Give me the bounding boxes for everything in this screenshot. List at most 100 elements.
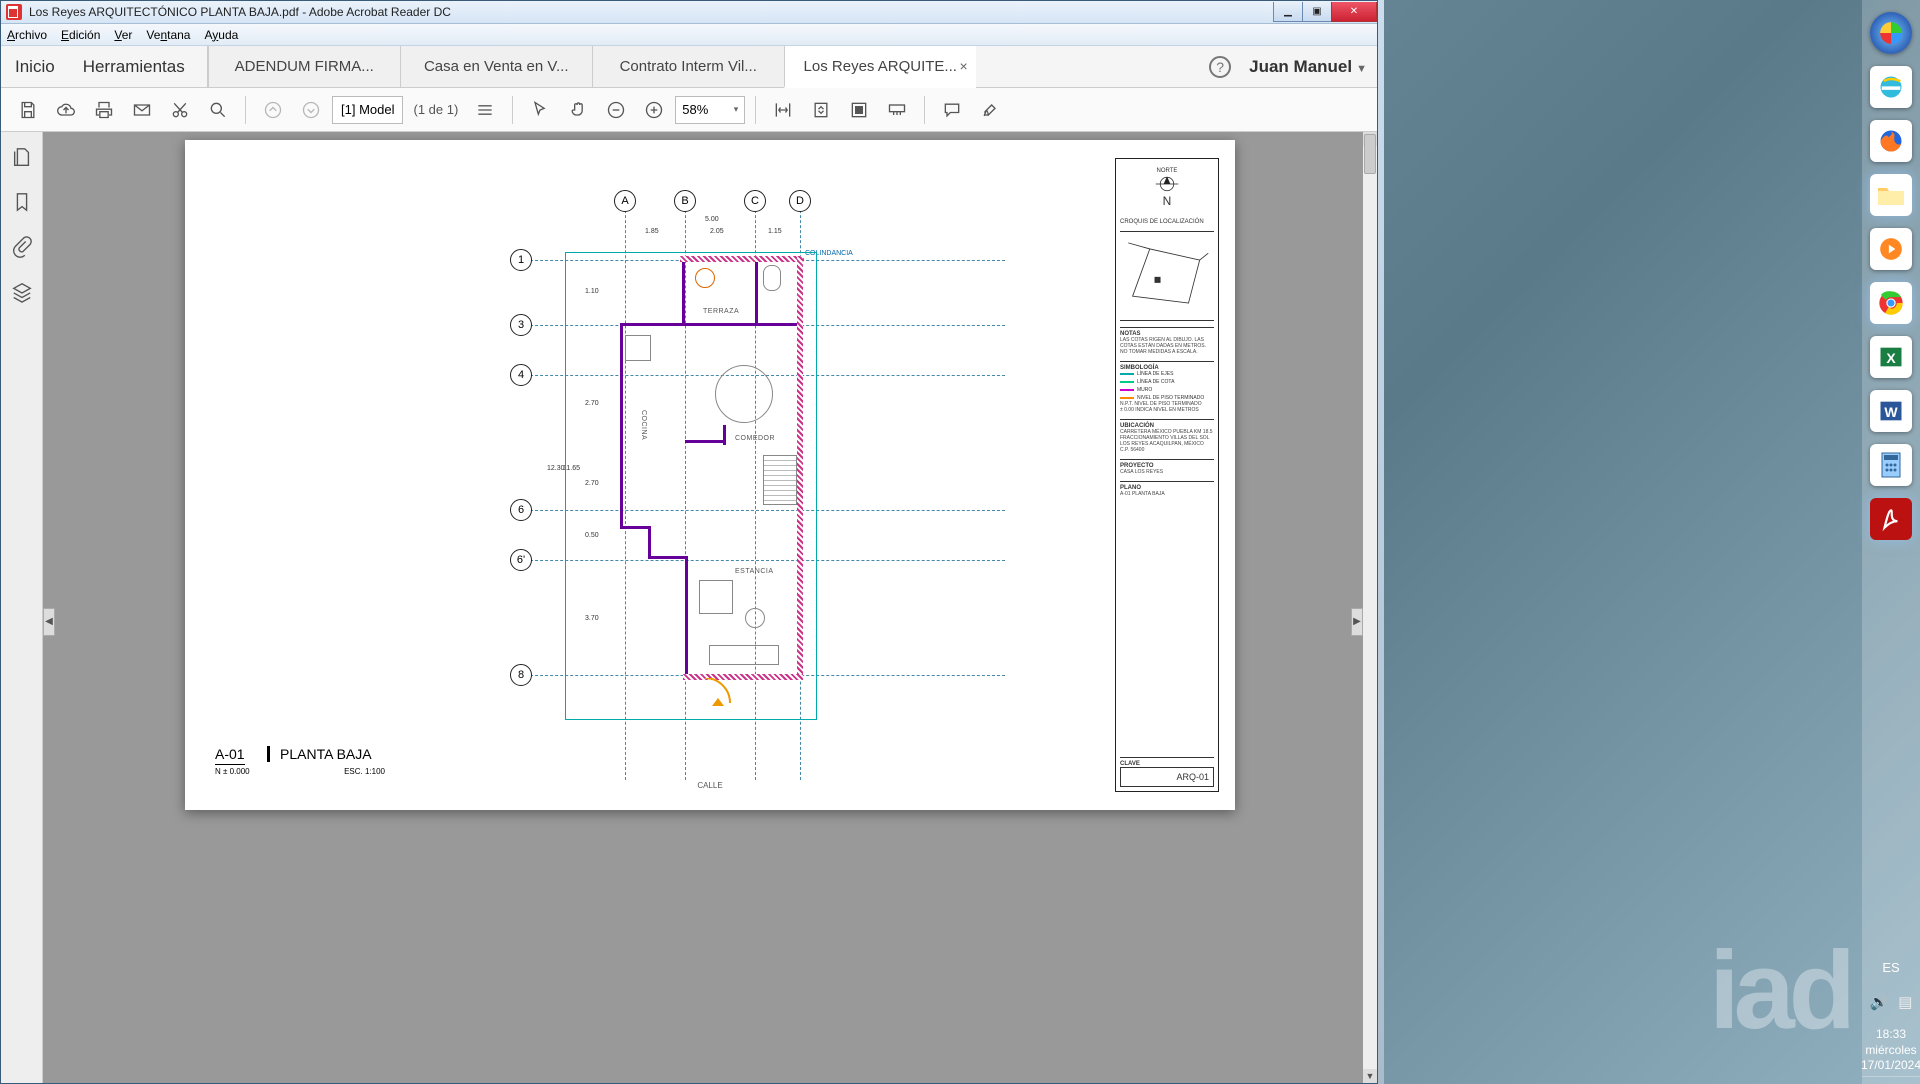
language-indicator[interactable]: ES: [1882, 960, 1899, 975]
vertical-scrollbar[interactable]: ▲ ▼: [1363, 132, 1377, 1083]
tab-bar: Inicio Herramientas ADENDUM FIRMA... Cas…: [1, 46, 1377, 88]
action-center-icon[interactable]: ▤: [1898, 993, 1912, 1011]
toolbar-separator: [245, 96, 246, 124]
page-up-icon[interactable]: [256, 93, 290, 127]
scroll-thumb[interactable]: [1364, 134, 1376, 174]
fit-width-icon[interactable]: [766, 93, 800, 127]
attachment-panel-icon[interactable]: [11, 236, 33, 263]
scroll-down-icon[interactable]: ▼: [1363, 1069, 1377, 1083]
acrobat-dock-icon[interactable]: [1870, 498, 1912, 540]
tab-home[interactable]: Inicio: [1, 46, 69, 87]
grid-bubble-1: 1: [510, 249, 532, 271]
toolbar-separator: [924, 96, 925, 124]
cloud-upload-icon[interactable]: [49, 93, 83, 127]
acrobat-window: Los Reyes ARQUITECTÓNICO PLANTA BAJA.pdf…: [0, 0, 1378, 1084]
firefox-icon[interactable]: [1870, 120, 1912, 162]
taskbar: X W ES 🔊 ▤ 18:33 miércoles 17/01/2024: [1862, 0, 1920, 1084]
page-thumbnails-icon[interactable]: [468, 93, 502, 127]
doc-tab-3[interactable]: Los Reyes ARQUITE... ×: [784, 46, 976, 88]
explorer-icon[interactable]: [1870, 174, 1912, 216]
grid-bubble-a: A: [614, 190, 636, 212]
hand-tool-icon[interactable]: [561, 93, 595, 127]
chrome-icon[interactable]: [1870, 282, 1912, 324]
floor-plan: A B C D 1 3 4 6: [485, 190, 1005, 780]
workspace: ◀ ▶ A-01 PLANTA BAJA N ± 0.000ESC. 1:100…: [1, 132, 1377, 1083]
close-tab-icon[interactable]: ×: [960, 58, 968, 74]
read-mode-icon[interactable]: [880, 93, 914, 127]
document-viewport[interactable]: ◀ ▶ A-01 PLANTA BAJA N ± 0.000ESC. 1:100…: [43, 132, 1377, 1083]
grid-bubble-c: C: [744, 190, 766, 212]
volume-icon[interactable]: 🔊: [1870, 993, 1889, 1011]
taskbar-clock[interactable]: 18:33 miércoles 17/01/2024: [1861, 1027, 1920, 1074]
window-title: Los Reyes ARQUITECTÓNICO PLANTA BAJA.pdf…: [27, 5, 1274, 19]
layers-panel-icon[interactable]: [11, 281, 33, 308]
calculator-icon[interactable]: [1870, 444, 1912, 486]
zoom-out-icon[interactable]: [599, 93, 633, 127]
menu-bar: AArchivorchivo Edición Ver Ventana Ayuda: [1, 24, 1377, 46]
save-icon[interactable]: [11, 93, 45, 127]
comment-icon[interactable]: [935, 93, 969, 127]
fit-page-icon[interactable]: [804, 93, 838, 127]
title-block: NORTE N CROQUIS DE LOCALIZACIÓN NOTASLAS…: [1115, 158, 1219, 792]
window-right-border: [1378, 0, 1384, 1084]
zoom-in-icon[interactable]: [637, 93, 671, 127]
fullscreen-icon[interactable]: [842, 93, 876, 127]
excel-icon[interactable]: X: [1870, 336, 1912, 378]
email-icon[interactable]: [125, 93, 159, 127]
ie-icon[interactable]: [1870, 66, 1912, 108]
sheet-title: A-01 PLANTA BAJA N ± 0.000ESC. 1:100: [215, 746, 385, 776]
page-info: (1 de 1): [413, 102, 458, 117]
chevron-down-icon[interactable]: ▾: [734, 104, 739, 115]
sign-icon[interactable]: [973, 93, 1007, 127]
print-icon[interactable]: [87, 93, 121, 127]
user-menu[interactable]: Juan Manuel▼: [1249, 57, 1367, 77]
toolbar: [1] Model (1 de 1) 58% ▾: [1, 88, 1377, 132]
menu-ver[interactable]: Ver: [114, 28, 132, 42]
zoom-level-input[interactable]: 58% ▾: [675, 96, 745, 124]
window-titlebar[interactable]: Los Reyes ARQUITECTÓNICO PLANTA BAJA.pdf…: [1, 1, 1377, 24]
cut-icon[interactable]: [163, 93, 197, 127]
grid-bubble-d: D: [789, 190, 811, 212]
grid-bubble-b: B: [674, 190, 696, 212]
menu-ayuda[interactable]: Ayuda: [204, 28, 238, 42]
acrobat-app-icon: [6, 4, 22, 20]
doc-tab-0[interactable]: ADENDUM FIRMA...: [208, 46, 400, 87]
toolbar-separator: [512, 96, 513, 124]
menu-archivo[interactable]: AArchivorchivo: [7, 28, 47, 42]
street-label: CALLE: [697, 781, 722, 790]
watermark: iad: [1709, 927, 1850, 1054]
page-number-input[interactable]: [1] Model: [332, 96, 403, 124]
menu-ventana[interactable]: Ventana: [146, 28, 190, 42]
system-tray[interactable]: 🔊 ▤: [1870, 993, 1913, 1011]
media-player-icon[interactable]: [1870, 228, 1912, 270]
doc-tab-2[interactable]: Contrato Interm Vil...: [592, 46, 784, 87]
window-close-button[interactable]: ✕: [1331, 2, 1377, 22]
grid-bubble-8: 8: [510, 664, 532, 686]
grid-bubble-4: 4: [510, 364, 532, 386]
help-icon[interactable]: ?: [1209, 56, 1231, 78]
tab-tools[interactable]: Herramientas: [69, 46, 208, 87]
page-down-icon[interactable]: [294, 93, 328, 127]
bookmark-panel-icon[interactable]: [11, 191, 33, 218]
grid-bubble-6: 6: [510, 499, 532, 521]
pages-panel-icon[interactable]: [11, 146, 33, 173]
collapse-left-icon[interactable]: ◀: [43, 608, 55, 636]
word-icon[interactable]: W: [1870, 390, 1912, 432]
start-button[interactable]: [1870, 12, 1912, 54]
left-nav-rail: [1, 132, 43, 1083]
pdf-page: A-01 PLANTA BAJA N ± 0.000ESC. 1:100 CAL…: [185, 140, 1235, 810]
grid-bubble-6p: 6': [510, 549, 532, 571]
collapse-right-icon[interactable]: ▶: [1351, 608, 1363, 636]
search-icon[interactable]: [201, 93, 235, 127]
window-maximize-button[interactable]: ▣: [1302, 2, 1332, 22]
toolbar-separator: [755, 96, 756, 124]
svg-text:W: W: [1884, 404, 1898, 420]
selection-tool-icon[interactable]: [523, 93, 557, 127]
window-minimize-button[interactable]: ▁: [1273, 2, 1303, 22]
grid-bubble-3: 3: [510, 314, 532, 336]
location-map: [1120, 231, 1214, 321]
doc-tab-1[interactable]: Casa en Venta en V...: [400, 46, 592, 87]
svg-text:X: X: [1886, 350, 1896, 366]
menu-edicion[interactable]: Edición: [61, 28, 100, 42]
show-desktop-button[interactable]: [1862, 1076, 1920, 1084]
